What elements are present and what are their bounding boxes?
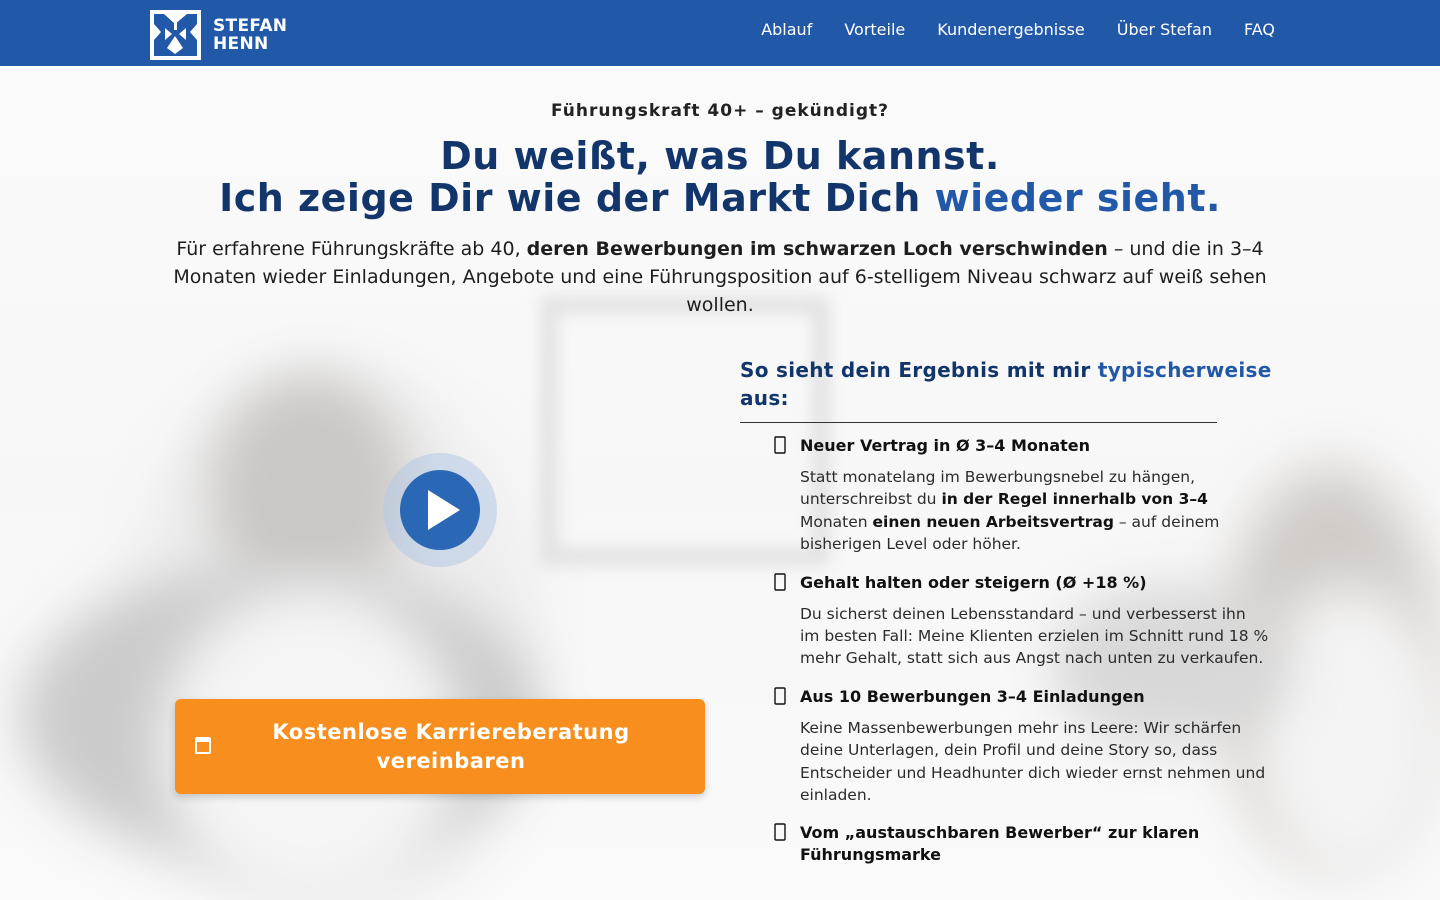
results-title-a: So sieht dein Ergebnis mit mir [740,358,1098,382]
result-item: Neuer Vertrag in Ø 3–4 Monaten Statt mon… [740,435,1280,556]
check-icon [774,687,786,710]
headline-highlight: wieder sieht. [934,176,1221,220]
result-item: Aus 10 Bewerbungen 3–4 Einladungen Keine… [740,686,1280,807]
result-item-text: Du sicherst deinen Lebensstandard – und … [800,604,1269,668]
site-header: STEFAN HENN Ablauf Vorteile Kundenergebn… [0,0,1440,66]
result-item-title: Gehalt halten oder steigern (Ø +18 %) [800,572,1147,592]
lead-bold: deren Bewerbungen im schwarzen Loch vers… [526,238,1108,260]
hero-section: Führungskraft 40+ – gekündigt? Du weißt,… [0,66,1440,319]
headline-line2: Ich zeige Dir wie der Markt Dich [219,176,935,220]
hero-eyebrow: Führungskraft 40+ – gekündigt? [550,101,890,121]
result-item: Gehalt halten oder steigern (Ø +18 %) Du… [740,572,1280,670]
results-title-c: aus: [740,386,789,410]
result-item-title: Vom „austauschbaren Bewerber“ zur klaren… [800,823,1200,865]
nav-link-ablauf[interactable]: Ablauf [761,20,812,40]
headline-line1: Du weißt, was Du kannst. [440,134,1000,178]
results-panel: So sieht dein Ergebnis mit mir typischer… [740,356,1280,882]
item-text-bold: einen neuen Arbeitsvertrag [872,512,1114,531]
hero-lead: Für erfahrene Führungskräfte ab 40, dere… [150,235,1290,319]
check-icon [774,823,786,846]
result-item-text: Keine Massenbewerbungen mehr ins Leere: … [800,718,1266,805]
results-divider [740,422,1217,423]
logo-line2: HENN [213,34,269,54]
results-title: So sieht dein Ergebnis mit mir typischer… [740,356,1280,412]
check-icon [774,572,786,596]
check-icon [774,436,786,459]
item-text-part: Monaten [800,512,873,531]
result-item-title: Aus 10 Bewerbungen 3–4 Einladungen [800,686,1145,706]
logo-text: STEFAN HENN [213,17,287,53]
hero-headline: Du weißt, was Du kannst. Ich zeige Dir w… [0,135,1440,219]
result-item-title: Neuer Vertrag in Ø 3–4 Monaten [800,436,1090,455]
nav-link-faq[interactable]: FAQ [1244,20,1275,40]
calendar-icon [195,735,211,760]
main-nav: Ablauf Vorteile Kundenergebnisse Über St… [761,20,1275,40]
logo-line1: STEFAN [213,16,288,36]
logo[interactable]: STEFAN HENN [150,10,287,60]
item-text-bold: in der Regel innerhalb von 3–4 [941,490,1208,509]
nav-link-vorteile[interactable]: Vorteile [844,20,905,40]
result-item-text: Statt monatelang im Bewerbungsnebel zu h… [800,466,1270,556]
lead-text-1: Für erfahrene Führungskräfte ab 40, [176,238,527,260]
nav-link-ueber-stefan[interactable]: Über Stefan [1117,20,1212,40]
video-play-button[interactable] [383,453,497,567]
results-title-highlight: typischerweise [1097,358,1272,382]
lion-logo-icon [150,10,201,60]
result-item: Vom „austauschbaren Bewerber“ zur klaren… [740,822,1280,866]
cta-label: Kostenlose Karriereberatung vereinbaren [272,719,630,773]
nav-link-kundenergebnisse[interactable]: Kundenergebnisse [937,20,1085,40]
play-icon [400,470,480,550]
book-consultation-button[interactable]: Kostenlose Karriereberatung vereinbaren [175,699,705,794]
